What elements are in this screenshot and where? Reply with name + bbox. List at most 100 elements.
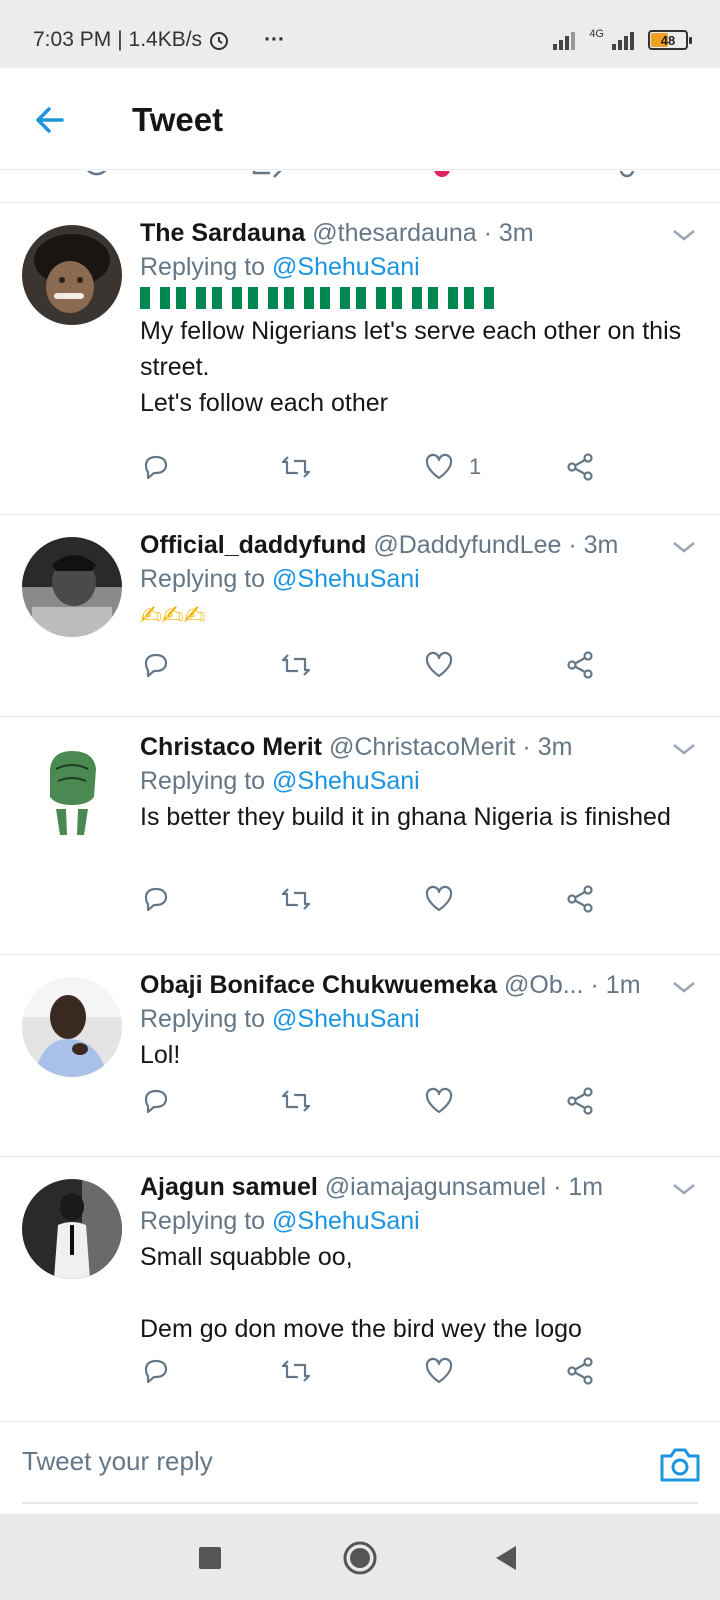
- share-icon: [567, 453, 593, 481]
- author-handle[interactable]: @DaddyfundLee: [373, 531, 561, 559]
- share-button[interactable]: [564, 1355, 596, 1387]
- back-arrow-icon[interactable]: [30, 100, 70, 140]
- chevron-down-icon[interactable]: [670, 221, 698, 249]
- retweet-icon: [281, 1360, 311, 1382]
- tweet-actions: [140, 1085, 610, 1121]
- share-icon: [567, 1357, 593, 1385]
- network-type: 4G: [589, 28, 604, 40]
- status-right: 4G 48: [553, 28, 692, 50]
- tweet-time: · 1m: [590, 971, 641, 999]
- retweet-button[interactable]: [280, 649, 312, 681]
- tweet-actions: 1: [140, 451, 610, 487]
- tweet-card[interactable]: Christaco Merit @ChristacoMerit · 3m Rep…: [0, 717, 720, 955]
- chevron-down-icon[interactable]: [670, 1175, 698, 1203]
- reply-input[interactable]: Tweet your reply: [22, 1422, 698, 1504]
- avatar[interactable]: [22, 537, 122, 637]
- tweet-time: · 1m: [553, 1173, 604, 1201]
- nav-recents-icon[interactable]: [188, 1536, 232, 1580]
- share-icon: [567, 885, 593, 913]
- share-icon[interactable]: [615, 171, 639, 183]
- like-icon: [425, 1087, 453, 1114]
- share-button[interactable]: [564, 883, 596, 915]
- avatar[interactable]: [22, 977, 122, 1077]
- camera-icon[interactable]: [658, 1444, 702, 1484]
- retweet-icon: [281, 654, 311, 676]
- reply-button[interactable]: [140, 1085, 172, 1117]
- replying-prefix: Replying to: [140, 1005, 266, 1033]
- mention-link[interactable]: @ShehuSani: [272, 767, 420, 795]
- avatar[interactable]: [22, 1179, 122, 1279]
- like-count: 1: [469, 454, 482, 479]
- status-left: 7:03 PM | 1.4KB/s ···: [33, 28, 285, 52]
- reply-button[interactable]: [140, 649, 172, 681]
- like-icon[interactable]: [430, 171, 454, 183]
- avatar[interactable]: [22, 739, 122, 839]
- system-nav-bar: [0, 1514, 720, 1600]
- reply-icon: [144, 1359, 168, 1384]
- chevron-down-icon[interactable]: [670, 973, 698, 1001]
- like-button[interactable]: [423, 1355, 455, 1387]
- status-time: 7:03 PM: [33, 28, 112, 51]
- reply-button[interactable]: [140, 1355, 172, 1387]
- like-button[interactable]: 1: [423, 451, 481, 483]
- mention-link[interactable]: @ShehuSani: [272, 565, 420, 593]
- replying-to: Replying to @ShehuSani: [140, 1001, 700, 1037]
- chevron-down-icon[interactable]: [670, 735, 698, 763]
- chevron-down-icon[interactable]: [670, 533, 698, 561]
- tweet-text: ✍✍✍: [140, 600, 206, 630]
- author-handle[interactable]: @ChristacoMerit: [329, 733, 516, 761]
- nav-home-icon[interactable]: [338, 1536, 382, 1580]
- retweet-button[interactable]: [280, 883, 312, 915]
- share-button[interactable]: [564, 451, 596, 483]
- tweet-card[interactable]: Ajagun samuel @iamajagunsamuel · 1m Repl…: [0, 1157, 720, 1422]
- nav-back-icon[interactable]: [484, 1536, 528, 1580]
- like-icon: [425, 651, 453, 678]
- retweet-button[interactable]: [280, 451, 312, 483]
- tweet-card[interactable]: Obaji Boniface Chukwuemeka @Ob... · 1m R…: [0, 955, 720, 1157]
- tweet-text: Small squabble oo, Dem go don move the b…: [140, 1243, 582, 1343]
- like-icon: [425, 1357, 453, 1384]
- replying-prefix: Replying to: [140, 253, 266, 281]
- tweet-text: My fellow Nigerians let's serve each oth…: [140, 317, 682, 417]
- signal-icon-2: [612, 32, 634, 50]
- author-name[interactable]: Official_daddyfund: [140, 531, 366, 559]
- retweet-button[interactable]: [280, 1085, 312, 1117]
- reply-composer: Tweet your reply: [0, 1422, 720, 1514]
- like-button[interactable]: [423, 883, 455, 915]
- reply-button[interactable]: [140, 451, 172, 483]
- retweet-button[interactable]: [280, 1355, 312, 1387]
- like-icon: [425, 885, 453, 912]
- author-name[interactable]: Christaco Merit: [140, 733, 322, 761]
- retweet-icon[interactable]: [250, 171, 290, 183]
- like-button[interactable]: [423, 1085, 455, 1117]
- replying-prefix: Replying to: [140, 1207, 266, 1235]
- retweet-icon: [281, 888, 311, 910]
- author-name[interactable]: The Sardauna: [140, 219, 305, 247]
- mention-link[interactable]: @ShehuSani: [272, 253, 420, 281]
- tweet-card[interactable]: The Sardauna @thesardauna · 3m Replying …: [0, 203, 720, 515]
- author-handle[interactable]: @thesardauna: [312, 219, 476, 247]
- author-handle[interactable]: @iamajagunsamuel: [325, 1173, 546, 1201]
- share-icon: [567, 1087, 593, 1115]
- reply-icon[interactable]: [80, 171, 110, 183]
- author-name[interactable]: Ajagun samuel: [140, 1173, 318, 1201]
- app-bar: Tweet: [0, 68, 720, 170]
- reply-icon: [144, 1089, 168, 1114]
- reply-icon: [144, 653, 168, 678]
- tweet-actions: [140, 883, 610, 919]
- status-dots: ···: [264, 28, 286, 51]
- tweet-text: Lol!: [140, 1041, 181, 1069]
- tweet-actions: [140, 1355, 610, 1391]
- mention-link[interactable]: @ShehuSani: [272, 1207, 420, 1235]
- author-handle[interactable]: @Ob...: [504, 971, 584, 999]
- share-button[interactable]: [564, 1085, 596, 1117]
- like-button[interactable]: [423, 649, 455, 681]
- tweet-card[interactable]: Official_daddyfund @DaddyfundLee · 3m Re…: [0, 515, 720, 717]
- retweet-icon: [281, 1090, 311, 1112]
- reply-button[interactable]: [140, 883, 172, 915]
- mention-link[interactable]: @ShehuSani: [272, 1005, 420, 1033]
- replying-to: Replying to @ShehuSani: [140, 763, 700, 799]
- share-button[interactable]: [564, 649, 596, 681]
- author-name[interactable]: Obaji Boniface Chukwuemeka: [140, 971, 497, 999]
- avatar[interactable]: [22, 225, 122, 325]
